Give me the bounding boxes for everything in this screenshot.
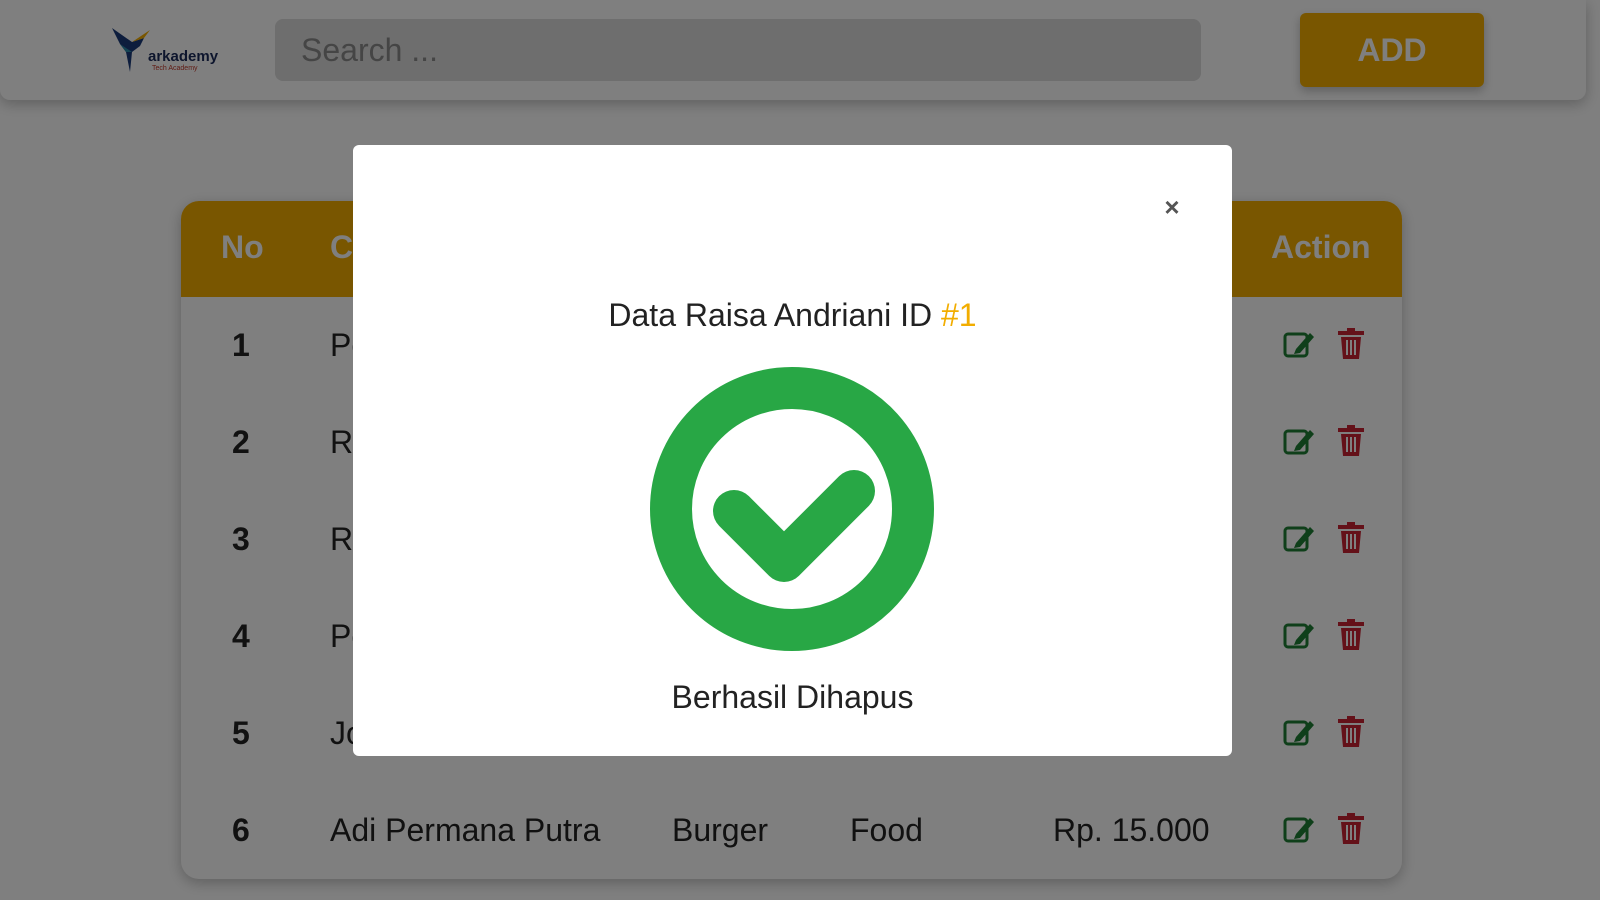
record-id: #1 — [941, 297, 977, 333]
modal-title-text: Data Raisa Andriani ID — [608, 297, 941, 333]
modal-message: Berhasil Dihapus — [671, 679, 914, 715]
modal-title: Data Raisa Andriani ID #1 — [353, 297, 1232, 334]
check-circle-icon — [650, 367, 934, 651]
close-icon[interactable]: × — [1158, 193, 1186, 221]
delete-success-modal: × Data Raisa Andriani ID #1 Berhasil Dih… — [353, 145, 1232, 756]
